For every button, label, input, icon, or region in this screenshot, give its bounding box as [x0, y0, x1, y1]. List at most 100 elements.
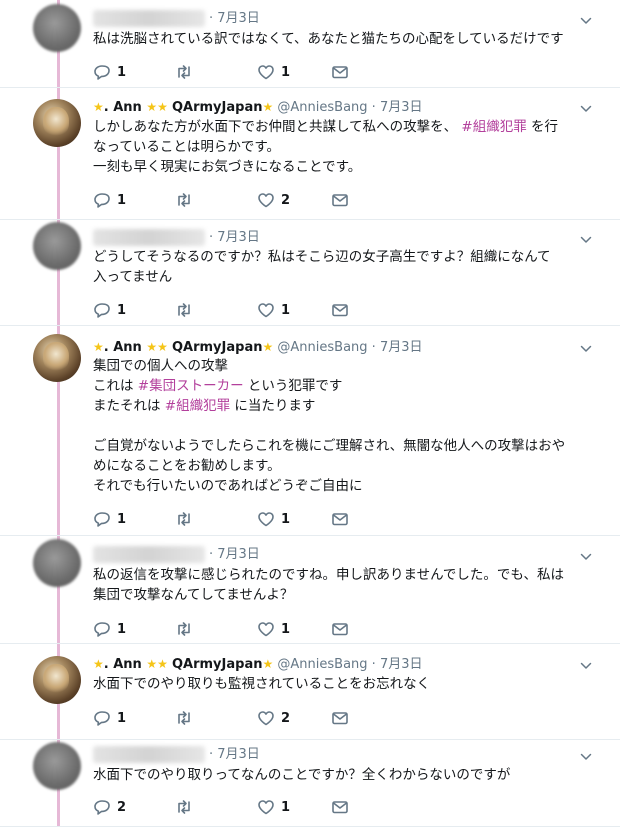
reply-button[interactable]: 1 [93, 507, 126, 527]
reply-button[interactable]: 1 [93, 617, 126, 637]
reply-icon [94, 800, 110, 815]
retweet-button[interactable] [175, 298, 199, 318]
like-count: 2 [281, 711, 291, 726]
reply-count: 1 [117, 193, 127, 208]
sparkle-star-icon: ★ [262, 657, 274, 671]
display-name[interactable]: . Ann [104, 340, 147, 355]
sparkle-star-icon: ★ [93, 100, 104, 114]
blurred-avatar[interactable] [33, 222, 81, 270]
like-count: 1 [281, 303, 291, 318]
reply-button[interactable]: 1 [93, 60, 126, 80]
separator-dot: · [367, 657, 380, 672]
heart-icon [258, 711, 274, 726]
tweet-header: ★. Ann ★★ QArmyJapan★ @AnniesBang · 7月3日 [93, 654, 422, 674]
chevron-down-icon[interactable] [580, 748, 592, 760]
reply-button[interactable]: 1 [93, 298, 126, 318]
tweet-reply[interactable]: · 7月3日 私の返信を攻撃に感じられたのですね。申し訳ありませんでした。でも、私… [0, 536, 620, 644]
direct-message-button[interactable] [331, 795, 349, 815]
chevron-down-icon[interactable] [580, 548, 592, 560]
tweet-text: 私の返信を攻撃に感じられたのですね。申し訳ありませんでした。でも、私は 集団で攻… [93, 565, 593, 605]
tweet-text: 私は洗脳されている訳ではなくて、あなたと猫たちの心配をしているだけです [93, 29, 593, 49]
tweet-reply[interactable]: · 7月3日 どうしてそうなるのですか？私はそこら辺の女子高生ですよ？組織になんて… [0, 220, 620, 326]
display-name[interactable]: . Ann [104, 100, 147, 115]
retweet-button[interactable] [175, 795, 199, 815]
tweet-text-segment: どうしてそうなるのですか？私はそこら辺の女子高生ですよ？組織になんて 入ってませ… [93, 249, 551, 285]
like-button[interactable]: 2 [257, 706, 290, 726]
display-name-brand[interactable]: QArmyJapan [172, 657, 263, 672]
author-avatar[interactable] [33, 656, 81, 704]
tweet-reply[interactable]: ★. Ann ★★ QArmyJapan★ @AnniesBang · 7月3日… [0, 326, 620, 536]
hashtag-link[interactable]: #組織犯罪 [165, 398, 230, 414]
tweet-reply[interactable]: · 7月3日 私は洗脳されている訳ではなくて、あなたと猫たちの心配をしているだけで… [0, 0, 620, 88]
message-icon [332, 712, 348, 725]
reply-count: 1 [117, 65, 127, 80]
blurred-username [93, 746, 205, 763]
chevron-down-icon[interactable] [580, 231, 592, 243]
tweet-reply[interactable]: · 7月3日 水面下でのやり取りってなんのことですか？全くわからないのですが 2 1 [0, 740, 620, 827]
like-button[interactable]: 2 [257, 188, 290, 208]
reply-button[interactable]: 1 [93, 188, 126, 208]
tweet-date[interactable]: 7月3日 [217, 11, 260, 26]
separator-dot: · [367, 340, 380, 355]
user-handle[interactable]: @AnniesBang [277, 657, 367, 672]
direct-message-button[interactable] [331, 706, 349, 726]
direct-message-button[interactable] [331, 617, 349, 637]
tweet-date[interactable]: 7月3日 [217, 747, 260, 762]
tweet-reply[interactable]: ★. Ann ★★ QArmyJapan★ @AnniesBang · 7月3日… [0, 644, 620, 740]
chevron-down-icon[interactable] [580, 100, 592, 112]
retweet-button[interactable] [175, 60, 199, 80]
direct-message-button[interactable] [331, 188, 349, 208]
chevron-down-icon[interactable] [580, 12, 592, 24]
direct-message-button[interactable] [331, 507, 349, 527]
chevron-down-icon[interactable] [580, 657, 592, 669]
tweet-text-segment: 私の返信を攻撃に感じられたのですね。申し訳ありませんでした。でも、私は 集団で攻… [93, 567, 565, 603]
user-handle[interactable]: @AnniesBang [277, 340, 367, 355]
display-name[interactable]: . Ann [104, 657, 147, 672]
retweet-button[interactable] [175, 507, 199, 527]
retweet-button[interactable] [175, 617, 199, 637]
blurred-avatar[interactable] [33, 4, 81, 52]
tweet-date[interactable]: 7月3日 [217, 230, 260, 245]
tweet-actions: 11 [93, 507, 393, 527]
tweet-date[interactable]: 7月3日 [380, 100, 423, 115]
chevron-down-icon[interactable] [580, 340, 592, 352]
retweet-button[interactable] [175, 706, 199, 726]
display-name-brand[interactable]: QArmyJapan [172, 340, 263, 355]
display-name-brand[interactable]: QArmyJapan [172, 100, 263, 115]
like-button[interactable]: 1 [257, 298, 290, 318]
tweet-actions: 21 [93, 795, 393, 815]
author-avatar[interactable] [33, 334, 81, 382]
message-icon [332, 304, 348, 317]
tweet-text-segment: 私は洗脳されている訳ではなくて、あなたと猫たちの心配をしているだけです [93, 31, 564, 47]
direct-message-button[interactable] [331, 298, 349, 318]
message-icon [332, 66, 348, 79]
reply-button[interactable]: 1 [93, 706, 126, 726]
like-button[interactable]: 1 [257, 617, 290, 637]
direct-message-button[interactable] [331, 60, 349, 80]
heart-icon [258, 303, 274, 318]
like-button[interactable]: 1 [257, 507, 290, 527]
retweet-button[interactable] [175, 188, 199, 208]
hashtag-link[interactable]: #組織犯罪 [461, 119, 526, 135]
tweet-text: 水面下でのやり取りってなんのことですか？全くわからないのですが [93, 765, 593, 785]
tweet-reply[interactable]: ★. Ann ★★ QArmyJapan★ @AnniesBang · 7月3日… [0, 88, 620, 220]
retweet-icon [178, 512, 190, 526]
tweet-header: · 7月3日 [93, 745, 260, 765]
tweet-date[interactable]: 7月3日 [380, 340, 423, 355]
retweet-icon [178, 193, 190, 207]
blurred-avatar[interactable] [33, 742, 81, 790]
reply-button[interactable]: 2 [93, 795, 126, 815]
like-button[interactable]: 1 [257, 60, 290, 80]
hashtag-link[interactable]: #集団ストーカー [138, 378, 244, 394]
tweet-actions: 12 [93, 188, 393, 208]
author-avatar[interactable] [33, 99, 81, 147]
tweet-header: ★. Ann ★★ QArmyJapan★ @AnniesBang · 7月3日 [93, 337, 422, 357]
tweet-date[interactable]: 7月3日 [217, 547, 260, 562]
user-handle[interactable]: @AnniesBang [277, 100, 367, 115]
tweet-text-segment: 水面下でのやり取りってなんのことですか？全くわからないのですが [93, 767, 511, 783]
reply-count: 1 [117, 711, 127, 726]
blurred-avatar[interactable] [33, 539, 81, 587]
like-button[interactable]: 1 [257, 795, 290, 815]
sparkle-star-icon: ★ [93, 657, 104, 671]
tweet-date[interactable]: 7月3日 [380, 657, 423, 672]
